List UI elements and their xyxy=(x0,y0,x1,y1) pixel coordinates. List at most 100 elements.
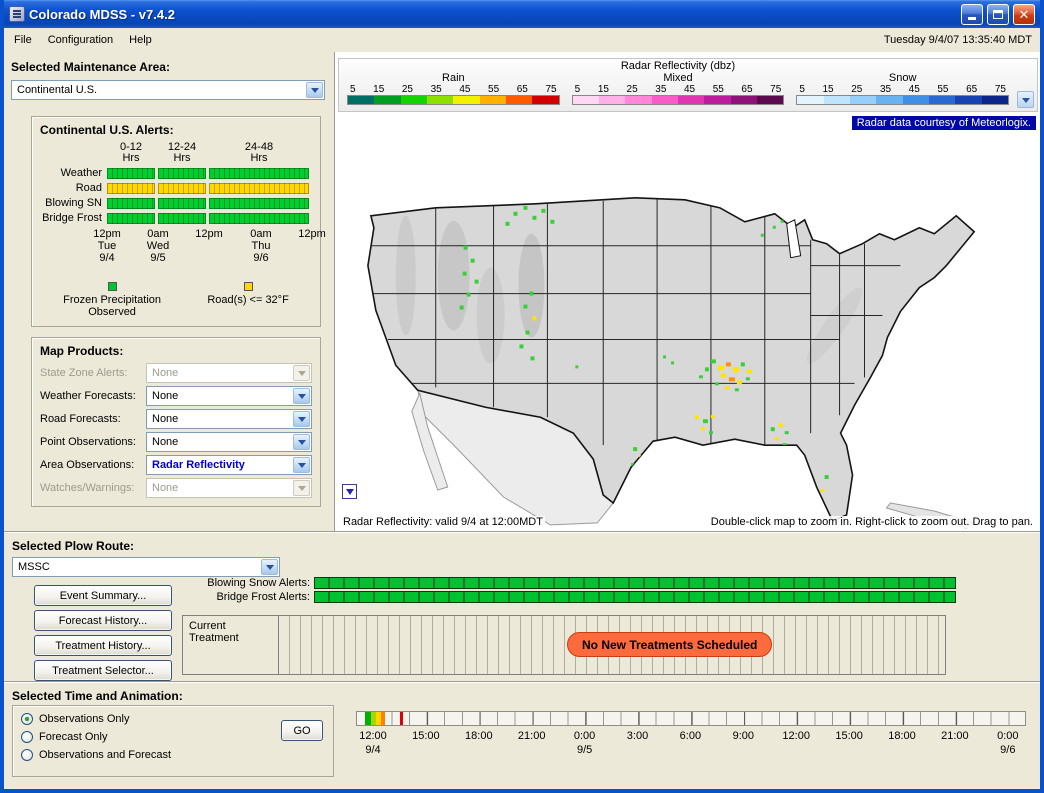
alert-segment xyxy=(158,198,206,209)
map-product-label: Watches/Warnings: xyxy=(40,482,146,494)
time-label: 18:00 xyxy=(888,730,916,742)
map-products-panel: Map Products: State Zone Alerts:NoneWeat… xyxy=(31,337,321,507)
map-canvas[interactable]: Radar data courtesy of Meteorlogix. Rada… xyxy=(336,112,1040,531)
time-labels: 12:0015:0018:0021:000:003:006:009:0012:0… xyxy=(356,730,1026,743)
header-hrs: Hrs xyxy=(209,153,309,164)
color-cell xyxy=(348,96,374,104)
map-corner-button[interactable] xyxy=(342,484,357,499)
time-animation-label: Selected Time and Animation: xyxy=(12,689,1032,703)
animation-mode-radios: Observations Only Forecast Only Observatio… xyxy=(21,713,325,761)
alert-segment xyxy=(209,198,309,209)
minimize-button[interactable] xyxy=(961,4,983,25)
select-weather-forecasts[interactable]: None xyxy=(146,386,312,406)
map-product-label: State Zone Alerts: xyxy=(40,367,146,379)
plow-alert-row: Blowing Snow Alerts: xyxy=(182,577,956,589)
close-button[interactable]: ✕ xyxy=(1013,4,1035,25)
color-cell xyxy=(876,96,902,104)
select-road-forecasts[interactable]: None xyxy=(146,409,312,429)
maximize-icon xyxy=(993,10,1003,19)
alert-row-road: Road xyxy=(40,182,312,194)
main-row: Selected Maintenance Area: Continental U… xyxy=(4,52,1040,531)
select-watches-warnings[interactable]: None xyxy=(146,478,312,498)
date-label: 9/4 xyxy=(365,744,380,756)
legend-scroll-down-button[interactable] xyxy=(1017,91,1034,108)
menu-bar: FileConfigurationHelp Tuesday 9/4/07 13:… xyxy=(4,28,1040,52)
menu-help[interactable]: Help xyxy=(121,30,160,50)
selected-value: Radar Reflectivity xyxy=(152,459,245,471)
tick-label: 55 xyxy=(937,84,948,95)
chevron-down-icon xyxy=(261,559,278,575)
plow-route-value: MSSC xyxy=(18,561,50,573)
axis-time: 0am xyxy=(250,228,271,240)
time-label: 15:00 xyxy=(835,730,863,742)
time-slider[interactable] xyxy=(356,711,1026,726)
color-cell xyxy=(731,96,757,104)
button-event-summary[interactable]: Event Summary... xyxy=(34,585,172,606)
tick-label: 25 xyxy=(851,84,862,95)
color-cell xyxy=(929,96,955,104)
scale-name: Rain xyxy=(347,72,560,84)
alert-row-blowing-sn: Blowing SN xyxy=(40,197,312,209)
color-cell xyxy=(599,96,625,104)
axis-date: 9/4 xyxy=(93,252,121,264)
select-area-observations[interactable]: Radar Reflectivity xyxy=(146,455,312,475)
clock-text: Tuesday 9/4/07 13:35:40 MDT xyxy=(884,34,1032,46)
radar-legend-title: Radar Reflectivity (dbz) xyxy=(347,60,1009,72)
select-state-zone-alerts[interactable]: None xyxy=(146,363,312,383)
header-hrs: Hrs xyxy=(107,153,155,164)
scale-ticks: 515253545556575 xyxy=(572,84,785,95)
alert-segment xyxy=(209,183,309,194)
button-treatment-history[interactable]: Treatment History... xyxy=(34,635,172,656)
map-product-row: Road Forecasts:None xyxy=(40,409,312,429)
tick-label: 5 xyxy=(799,84,805,95)
color-cell xyxy=(678,96,704,104)
down-arrow-icon xyxy=(346,489,354,499)
axis-time-label: 0amThu9/6 xyxy=(250,228,271,264)
select-point-observations[interactable]: None xyxy=(146,432,312,452)
go-button[interactable]: GO xyxy=(281,720,323,741)
menu-file[interactable]: File xyxy=(6,30,40,50)
chevron-down-icon xyxy=(306,82,323,98)
column-header-12-24: 12-24Hrs xyxy=(158,142,206,164)
tick-label: 45 xyxy=(684,84,695,95)
alert-row-label: Bridge Frost xyxy=(40,212,104,224)
treatment-timeline[interactable]: No New Treatments Scheduled xyxy=(279,616,945,674)
time-label: 12:00 xyxy=(359,730,387,742)
color-scale xyxy=(572,95,785,105)
alert-segment xyxy=(107,183,155,194)
radio-observations-and-forecast[interactable]: Observations and Forecast xyxy=(21,749,325,761)
legend-text: Observed xyxy=(88,306,136,318)
time-animation-section: Selected Time and Animation: Observation… xyxy=(4,683,1040,789)
radio-forecast-only[interactable]: Forecast Only xyxy=(21,731,325,743)
map-product-row: Point Observations:None xyxy=(40,432,312,452)
us-map-image xyxy=(336,112,1040,531)
alert-row-label: Weather xyxy=(40,167,104,179)
alert-legend: Frozen PrecipitationObservedRoad(s) <= 3… xyxy=(40,282,312,318)
tick-label: 65 xyxy=(517,84,528,95)
radio-button xyxy=(21,731,33,743)
plow-alert-row: Bridge Frost Alerts: xyxy=(182,591,956,603)
radar-scale-rain: Rain515253545556575 xyxy=(347,72,560,105)
alert-segment xyxy=(107,168,155,179)
date-label: 9/5 xyxy=(577,744,592,756)
map-product-rows: State Zone Alerts:NoneWeather Forecasts:… xyxy=(40,363,312,498)
menu-configuration[interactable]: Configuration xyxy=(40,30,121,50)
button-forecast-history[interactable]: Forecast History... xyxy=(34,610,172,631)
tick-label: 55 xyxy=(488,84,499,95)
map-area: Radar Reflectivity (dbz) Rain51525354555… xyxy=(336,52,1040,531)
alert-time-axis: 12pmTue9/40amWed9/512pm0amThu9/612pm xyxy=(107,228,312,274)
alert-segment xyxy=(158,168,206,179)
button-treatment-selector[interactable]: Treatment Selector... xyxy=(34,660,172,681)
tick-label: 45 xyxy=(459,84,470,95)
time-label: 12:00 xyxy=(782,730,810,742)
color-cell xyxy=(374,96,400,104)
radio-observations-only[interactable]: Observations Only xyxy=(21,713,325,725)
window-content: Selected Maintenance Area: Continental U… xyxy=(4,52,1040,789)
plow-route-select[interactable]: MSSC xyxy=(12,557,280,577)
maintenance-area-select[interactable]: Continental U.S. xyxy=(11,80,325,100)
maximize-button[interactable] xyxy=(987,4,1009,25)
tick-label: 25 xyxy=(627,84,638,95)
tick-label: 55 xyxy=(713,84,724,95)
radio-button xyxy=(21,749,33,761)
legend-swatch-yellow xyxy=(244,282,253,291)
